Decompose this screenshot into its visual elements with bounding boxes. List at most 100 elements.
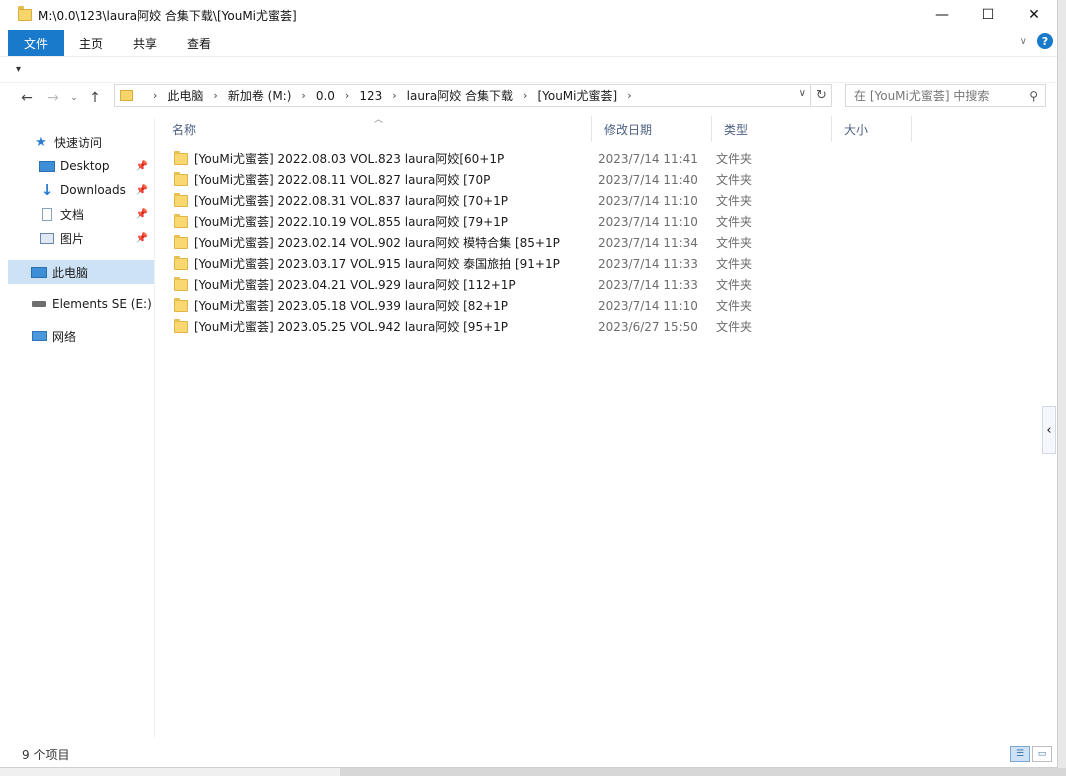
file-type: 文件夹 [716,194,753,208]
back-button[interactable]: ← [14,90,40,106]
chevron-down-icon[interactable]: ∨ [799,88,806,99]
view-buttons: ☰ ▭ [1010,746,1052,762]
pin-icon[interactable]: 📌 [136,209,148,220]
pin-icon[interactable]: 📌 [136,161,148,172]
column-type[interactable]: 类型 [712,116,832,142]
file-name: [YouMi尤蜜荟] 2022.08.31 VOL.837 laura阿姣 [7… [194,194,509,208]
address-bar[interactable]: › 此电脑 › 新加卷 (M:) › 0.0 › 123 › laura阿姣 合… [114,84,811,107]
pin-icon[interactable]: 📌 [136,233,148,244]
file-modified: 2023/7/14 11:33 [598,256,698,271]
chevron-right-icon[interactable]: › [153,89,157,102]
sidebar-item-network[interactable]: 网络 [8,324,154,348]
sidebar-item-elements-drive[interactable]: Elements SE (E:) [8,292,154,316]
table-row[interactable]: [YouMi尤蜜荟] 2023.04.21 VOL.929 laura阿姣 [1… [160,274,1040,295]
file-name: [YouMi尤蜜荟] 2023.05.25 VOL.942 laura阿姣 [9… [194,320,509,334]
table-row[interactable]: [YouMi尤蜜荟] 2022.08.31 VOL.837 laura阿姣 [7… [160,190,1040,211]
file-name: [YouMi尤蜜荟] 2023.04.21 VOL.929 laura阿姣 [1… [194,278,516,292]
folder-icon [174,318,188,333]
window-title: M:\0.0\123\laura阿姣 合集下载\[YouMi尤蜜荟] [38,8,297,23]
sidebar-item-quick-access[interactable]: ★ 快速访问 [8,130,154,154]
table-row[interactable]: [YouMi尤蜜荟] 2023.03.17 VOL.915 laura阿姣 泰国… [160,253,1040,274]
file-name: [YouMi尤蜜荟] 2023.03.17 VOL.915 laura阿姣 泰国… [194,257,560,271]
sidebar-item-this-pc[interactable]: 此电脑 [8,260,154,284]
pane-divider[interactable] [154,118,155,738]
sidebar-item-desktop[interactable]: Desktop 📌 [8,154,154,178]
column-size[interactable]: 大小 [832,116,912,142]
title-bar[interactable]: M:\0.0\123\laura阿姣 合集下载\[YouMi尤蜜荟] — ☐ ✕ [0,0,1057,30]
document-icon [38,207,56,221]
chevron-right-icon[interactable]: › [301,89,305,102]
ribbon-right: ∨ ? [1020,33,1053,49]
breadcrumb-current[interactable]: [YouMi尤蜜荟] [537,87,617,104]
chevron-right-icon[interactable]: › [523,89,527,102]
file-modified: 2023/6/27 15:50 [598,319,698,334]
chevron-down-icon[interactable]: ∨ [1020,36,1027,47]
tab-file[interactable]: 文件 [8,30,65,56]
quick-access-toolbar: ▾ [0,56,1057,82]
maximize-button[interactable]: ☐ [965,0,1011,30]
folder-icon [174,276,188,291]
tab-share[interactable]: 共享 [118,30,172,56]
computer-icon [30,265,48,279]
breadcrumb-volume[interactable]: 新加卷 (M:) [228,87,292,104]
window-controls: — ☐ ✕ [919,0,1057,30]
folder-icon [174,192,188,207]
breadcrumb-folder-00[interactable]: 0.0 [316,89,335,103]
background-window [340,768,1066,776]
help-icon[interactable]: ? [1037,33,1053,49]
chevron-left-icon[interactable]: ‹ [1042,406,1056,454]
sidebar-item-documents[interactable]: 文档 📌 [8,202,154,226]
up-button[interactable]: ↑ [82,90,108,106]
file-modified: 2023/7/14 11:40 [598,172,698,187]
tab-view[interactable]: 查看 [172,30,226,56]
picture-icon [38,231,56,245]
sidebar-item-label: Elements SE (E:) [52,297,152,311]
pin-icon[interactable]: 📌 [136,185,148,196]
file-name: [YouMi尤蜜荟] 2022.08.11 VOL.827 laura阿姣 [7… [194,173,491,187]
file-name-cell: [YouMi尤蜜荟] 2022.08.03 VOL.823 laura阿姣[60… [160,148,586,169]
sidebar-item-pictures[interactable]: 图片 📌 [8,226,154,250]
breadcrumb-this-pc[interactable]: 此电脑 [167,87,203,104]
table-row[interactable]: [YouMi尤蜜荟] 2023.05.18 VOL.939 laura阿姣 [8… [160,295,1040,316]
sidebar-item-label: 文档 [60,207,85,222]
folder-icon [18,6,32,21]
large-icons-view-icon[interactable]: ▭ [1032,746,1052,762]
file-rows: [YouMi尤蜜荟] 2022.08.03 VOL.823 laura阿姣[60… [160,148,1040,337]
sidebar-item-downloads[interactable]: ↓ Downloads 📌 [8,178,154,202]
forward-button[interactable]: → [40,90,66,106]
details-view-icon[interactable]: ☰ [1010,746,1030,762]
folder-icon [120,90,133,101]
search-input[interactable]: 在 [YouMi尤蜜荟] 中搜索 [854,87,1029,104]
table-row[interactable]: [YouMi尤蜜荟] 2023.05.25 VOL.942 laura阿姣 [9… [160,316,1040,337]
tab-home[interactable]: 主页 [64,30,118,56]
file-type: 文件夹 [716,236,753,250]
customize-toolbar-icon[interactable]: ▾ [16,64,21,75]
breadcrumb-collection[interactable]: laura阿姣 合集下载 [407,87,513,104]
folder-icon [174,297,188,312]
file-type: 文件夹 [716,152,753,166]
recent-locations-button[interactable]: ⌄ [66,93,82,103]
chevron-right-icon[interactable]: › [627,89,631,102]
table-row[interactable]: [YouMi尤蜜荟] 2022.08.11 VOL.827 laura阿姣 [7… [160,169,1040,190]
table-row[interactable]: [YouMi尤蜜荟] 2022.08.03 VOL.823 laura阿姣[60… [160,148,1040,169]
file-type: 文件夹 [716,278,753,292]
chevron-right-icon[interactable]: › [345,89,349,102]
file-type: 文件夹 [716,299,753,313]
file-name-cell: [YouMi尤蜜荟] 2023.05.25 VOL.942 laura阿姣 [9… [160,316,586,337]
breadcrumb-folder-123[interactable]: 123 [359,89,382,103]
file-type: 文件夹 [716,320,753,334]
sidebar-item-label: 网络 [52,329,77,344]
chevron-right-icon[interactable]: › [213,89,217,102]
chevron-right-icon[interactable]: › [392,89,396,102]
table-row[interactable]: [YouMi尤蜜荟] 2022.10.19 VOL.855 laura阿姣 [7… [160,211,1040,232]
table-row[interactable]: [YouMi尤蜜荟] 2023.02.14 VOL.902 laura阿姣 模特… [160,232,1040,253]
file-modified: 2023/7/14 11:41 [598,151,698,166]
file-type: 文件夹 [716,173,753,187]
file-name: [YouMi尤蜜荟] 2023.05.18 VOL.939 laura阿姣 [8… [194,299,509,313]
column-modified[interactable]: 修改日期 [592,116,712,142]
refresh-button[interactable]: ↻ [812,84,832,107]
minimize-button[interactable]: — [919,0,965,30]
file-name-cell: [YouMi尤蜜荟] 2023.05.18 VOL.939 laura阿姣 [8… [160,295,586,316]
search-box[interactable]: 在 [YouMi尤蜜荟] 中搜索 ⚲ [845,84,1046,107]
close-button[interactable]: ✕ [1011,0,1057,30]
